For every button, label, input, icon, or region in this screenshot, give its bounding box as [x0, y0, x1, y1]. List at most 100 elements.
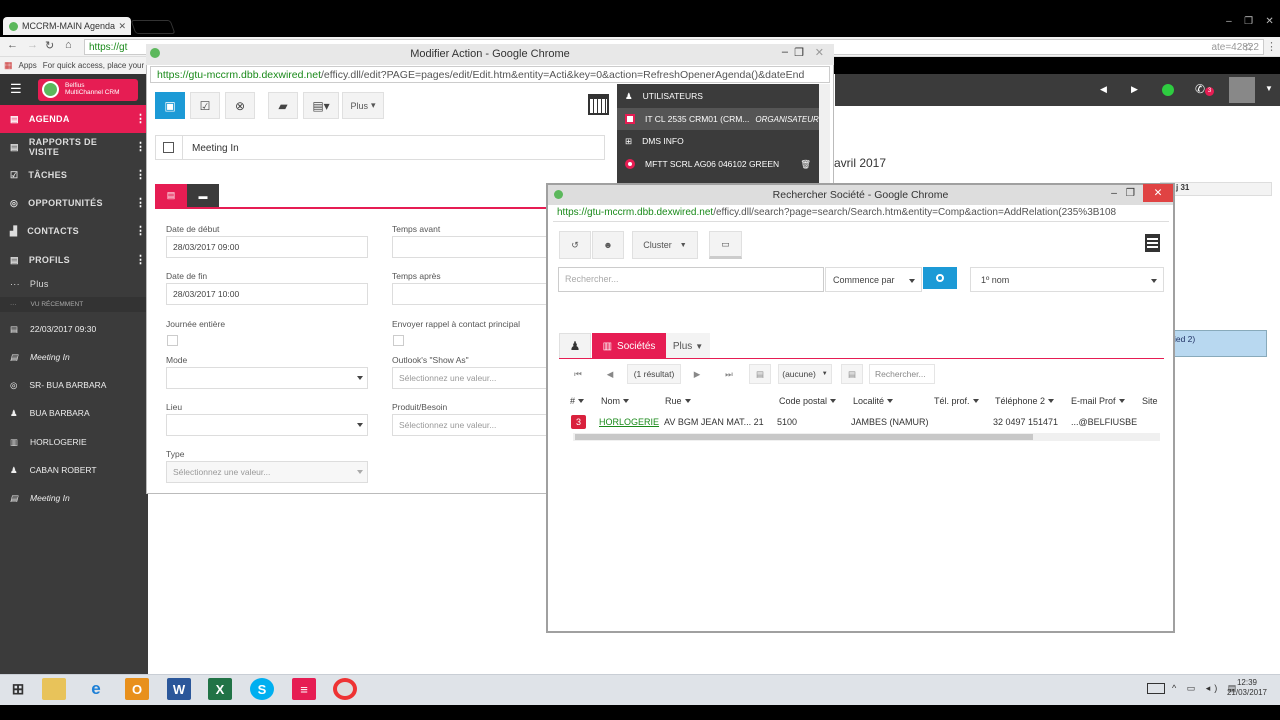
nav-opportunites[interactable]: ◎ OPPORTUNITÉS ⋮: [0, 189, 148, 217]
outlook-icon[interactable]: O: [125, 678, 149, 700]
forward-icon[interactable]: →: [27, 39, 38, 51]
building-icon[interactable]: [1145, 234, 1160, 252]
rappel-checkbox[interactable]: [393, 335, 404, 346]
scrollbar[interactable]: [819, 84, 830, 184]
maximize-icon[interactable]: ❐: [794, 46, 804, 59]
date-debut-field[interactable]: 28/03/2017 09:00: [166, 236, 368, 258]
date-fin-field[interactable]: 28/03/2017 10:00: [166, 283, 368, 305]
temps-apres-field[interactable]: [392, 283, 547, 305]
browser-tab[interactable]: MCCRM-MAIN Agenda ✕: [3, 17, 131, 35]
minimize-icon[interactable]: –: [782, 46, 788, 58]
excel-icon[interactable]: X: [208, 678, 232, 700]
produit-select[interactable]: Sélectionnez une valeur...: [392, 414, 547, 436]
prev-page-button[interactable]: ◀: [598, 364, 622, 384]
file-explorer-icon[interactable]: [42, 678, 66, 700]
first-page-button[interactable]: ⏮: [566, 364, 590, 384]
recent-item[interactable]: ▥ HORLOGERIE: [0, 428, 148, 456]
search-url-bar[interactable]: https://gtu-mccrm.dbb.dexwired.net/effic…: [553, 206, 1169, 222]
skype-icon[interactable]: S: [250, 678, 274, 700]
delete-icon[interactable]: 🗑: [800, 159, 811, 170]
column-header[interactable]: Rue: [665, 396, 691, 406]
menu-icon[interactable]: ⋮: [1266, 40, 1277, 53]
tab-comments[interactable]: ▬: [187, 184, 219, 207]
close-icon[interactable]: ✕: [1143, 184, 1173, 202]
more-icon[interactable]: ⋮: [135, 113, 146, 124]
field-select[interactable]: 1º nom: [970, 267, 1164, 292]
search-button[interactable]: [923, 267, 957, 289]
next-page-button[interactable]: ▶: [685, 364, 709, 384]
cancel-button[interactable]: ⊗: [225, 92, 255, 119]
calendar-icon[interactable]: [588, 94, 609, 115]
window-button[interactable]: ▭: [709, 231, 742, 259]
filter-select[interactable]: (aucune) ▼: [778, 364, 832, 384]
column-header[interactable]: E-mail Prof: [1071, 396, 1125, 406]
internet-explorer-icon[interactable]: e: [84, 678, 108, 700]
windows-start-icon[interactable]: ⊞: [6, 678, 30, 700]
reload-icon[interactable]: ↻: [45, 39, 54, 52]
folder-button[interactable]: ▰: [268, 92, 298, 119]
new-tab-button[interactable]: [130, 20, 176, 34]
save-button[interactable]: ▣: [155, 92, 185, 119]
nav-plus[interactable]: ··· Plus: [0, 270, 148, 298]
prev-icon[interactable]: ◀: [1100, 84, 1107, 95]
columns-button[interactable]: ▤: [749, 364, 771, 384]
pet-button[interactable]: ☻: [592, 231, 624, 259]
apps-link[interactable]: Apps: [19, 61, 37, 70]
hamburger-icon[interactable]: ☰: [10, 82, 22, 95]
last-page-button[interactable]: ⏭: [717, 364, 741, 384]
history-button[interactable]: ↺: [559, 231, 591, 259]
clipboard-button[interactable]: ▤▾: [303, 92, 339, 119]
more-icon[interactable]: ⋮: [135, 225, 146, 236]
lieu-select[interactable]: [166, 414, 368, 436]
home-icon[interactable]: ⌂: [65, 39, 72, 51]
chrome-icon[interactable]: [333, 678, 357, 700]
more-icon[interactable]: ⋮: [135, 169, 146, 180]
maximize-icon[interactable]: ❐: [1244, 16, 1253, 36]
tab-societes[interactable]: ▥ Sociétés: [592, 333, 666, 359]
mode-select[interactable]: [166, 367, 368, 389]
crm-app-icon[interactable]: ≡: [292, 678, 316, 700]
dms-row[interactable]: MFTT SCRL AG06 046102 GREEN 🗑: [617, 153, 819, 175]
column-header[interactable]: Code postal: [779, 396, 837, 406]
done-checkbox[interactable]: [163, 142, 174, 153]
type-select[interactable]: Sélectionnez une valeur...: [166, 461, 368, 483]
outlook-select[interactable]: Sélectionnez une valeur...: [392, 367, 547, 389]
search-input[interactable]: Rechercher...: [558, 267, 824, 292]
nav-rapports[interactable]: ▤ RAPPORTS DE VISITE ⋮: [0, 133, 148, 161]
more-icon[interactable]: ⋮: [135, 197, 146, 208]
journee-checkbox[interactable]: [167, 335, 178, 346]
user-row[interactable]: IT CL 2535 CRM01 (CRM... ORGANISATEUR: [617, 108, 819, 130]
column-header[interactable]: #: [570, 396, 585, 406]
column-header[interactable]: Site: [1142, 396, 1158, 406]
next-icon[interactable]: ▶: [1131, 84, 1138, 95]
more-icon[interactable]: ⋮: [135, 254, 146, 265]
back-icon[interactable]: ←: [7, 39, 18, 51]
cluster-dropdown[interactable]: Cluster ▼: [632, 231, 698, 259]
maximize-icon[interactable]: ❐: [1126, 187, 1135, 199]
tab-contacts[interactable]: ♟: [559, 333, 591, 359]
match-mode-select[interactable]: Commence par: [825, 267, 922, 292]
user-menu-icon[interactable]: ▼: [1265, 84, 1273, 93]
column-header[interactable]: Nom: [601, 396, 630, 406]
close-icon[interactable]: ✕: [1265, 16, 1273, 36]
nav-agenda[interactable]: ▤ AGENDA ⋮: [0, 105, 148, 133]
nav-contacts[interactable]: ▟ CONTACTS ⋮: [0, 217, 148, 245]
calendar-event[interactable]: dified 2): [1160, 330, 1267, 357]
recent-item[interactable]: ♟ BUA BARBARA: [0, 399, 148, 427]
apps-icon[interactable]: ▦: [4, 60, 13, 71]
check-button[interactable]: ☑: [190, 92, 220, 119]
plus-dropdown[interactable]: Plus ▾: [342, 92, 384, 119]
modifier-url-bar[interactable]: https://gtu-mccrm.dbb.dexwired.net/effic…: [150, 66, 830, 83]
column-header[interactable]: Localité: [853, 396, 894, 406]
filter-search-input[interactable]: Rechercher...: [869, 364, 935, 384]
phone-icon[interactable]: ✆: [1195, 82, 1205, 96]
filter-button[interactable]: ▤: [841, 364, 863, 384]
word-icon[interactable]: W: [167, 678, 191, 700]
recent-item[interactable]: ◎ SR- BUA BARBARA: [0, 371, 148, 399]
recent-item[interactable]: ▤ Meeting In: [0, 484, 148, 512]
recent-item[interactable]: ♟ CABAN ROBERT: [0, 456, 148, 484]
star-icon[interactable]: ☆: [1243, 40, 1254, 54]
avatar[interactable]: [1229, 77, 1255, 103]
close-icon[interactable]: ✕: [815, 46, 824, 59]
recent-item[interactable]: ▤ Meeting In: [0, 343, 148, 371]
